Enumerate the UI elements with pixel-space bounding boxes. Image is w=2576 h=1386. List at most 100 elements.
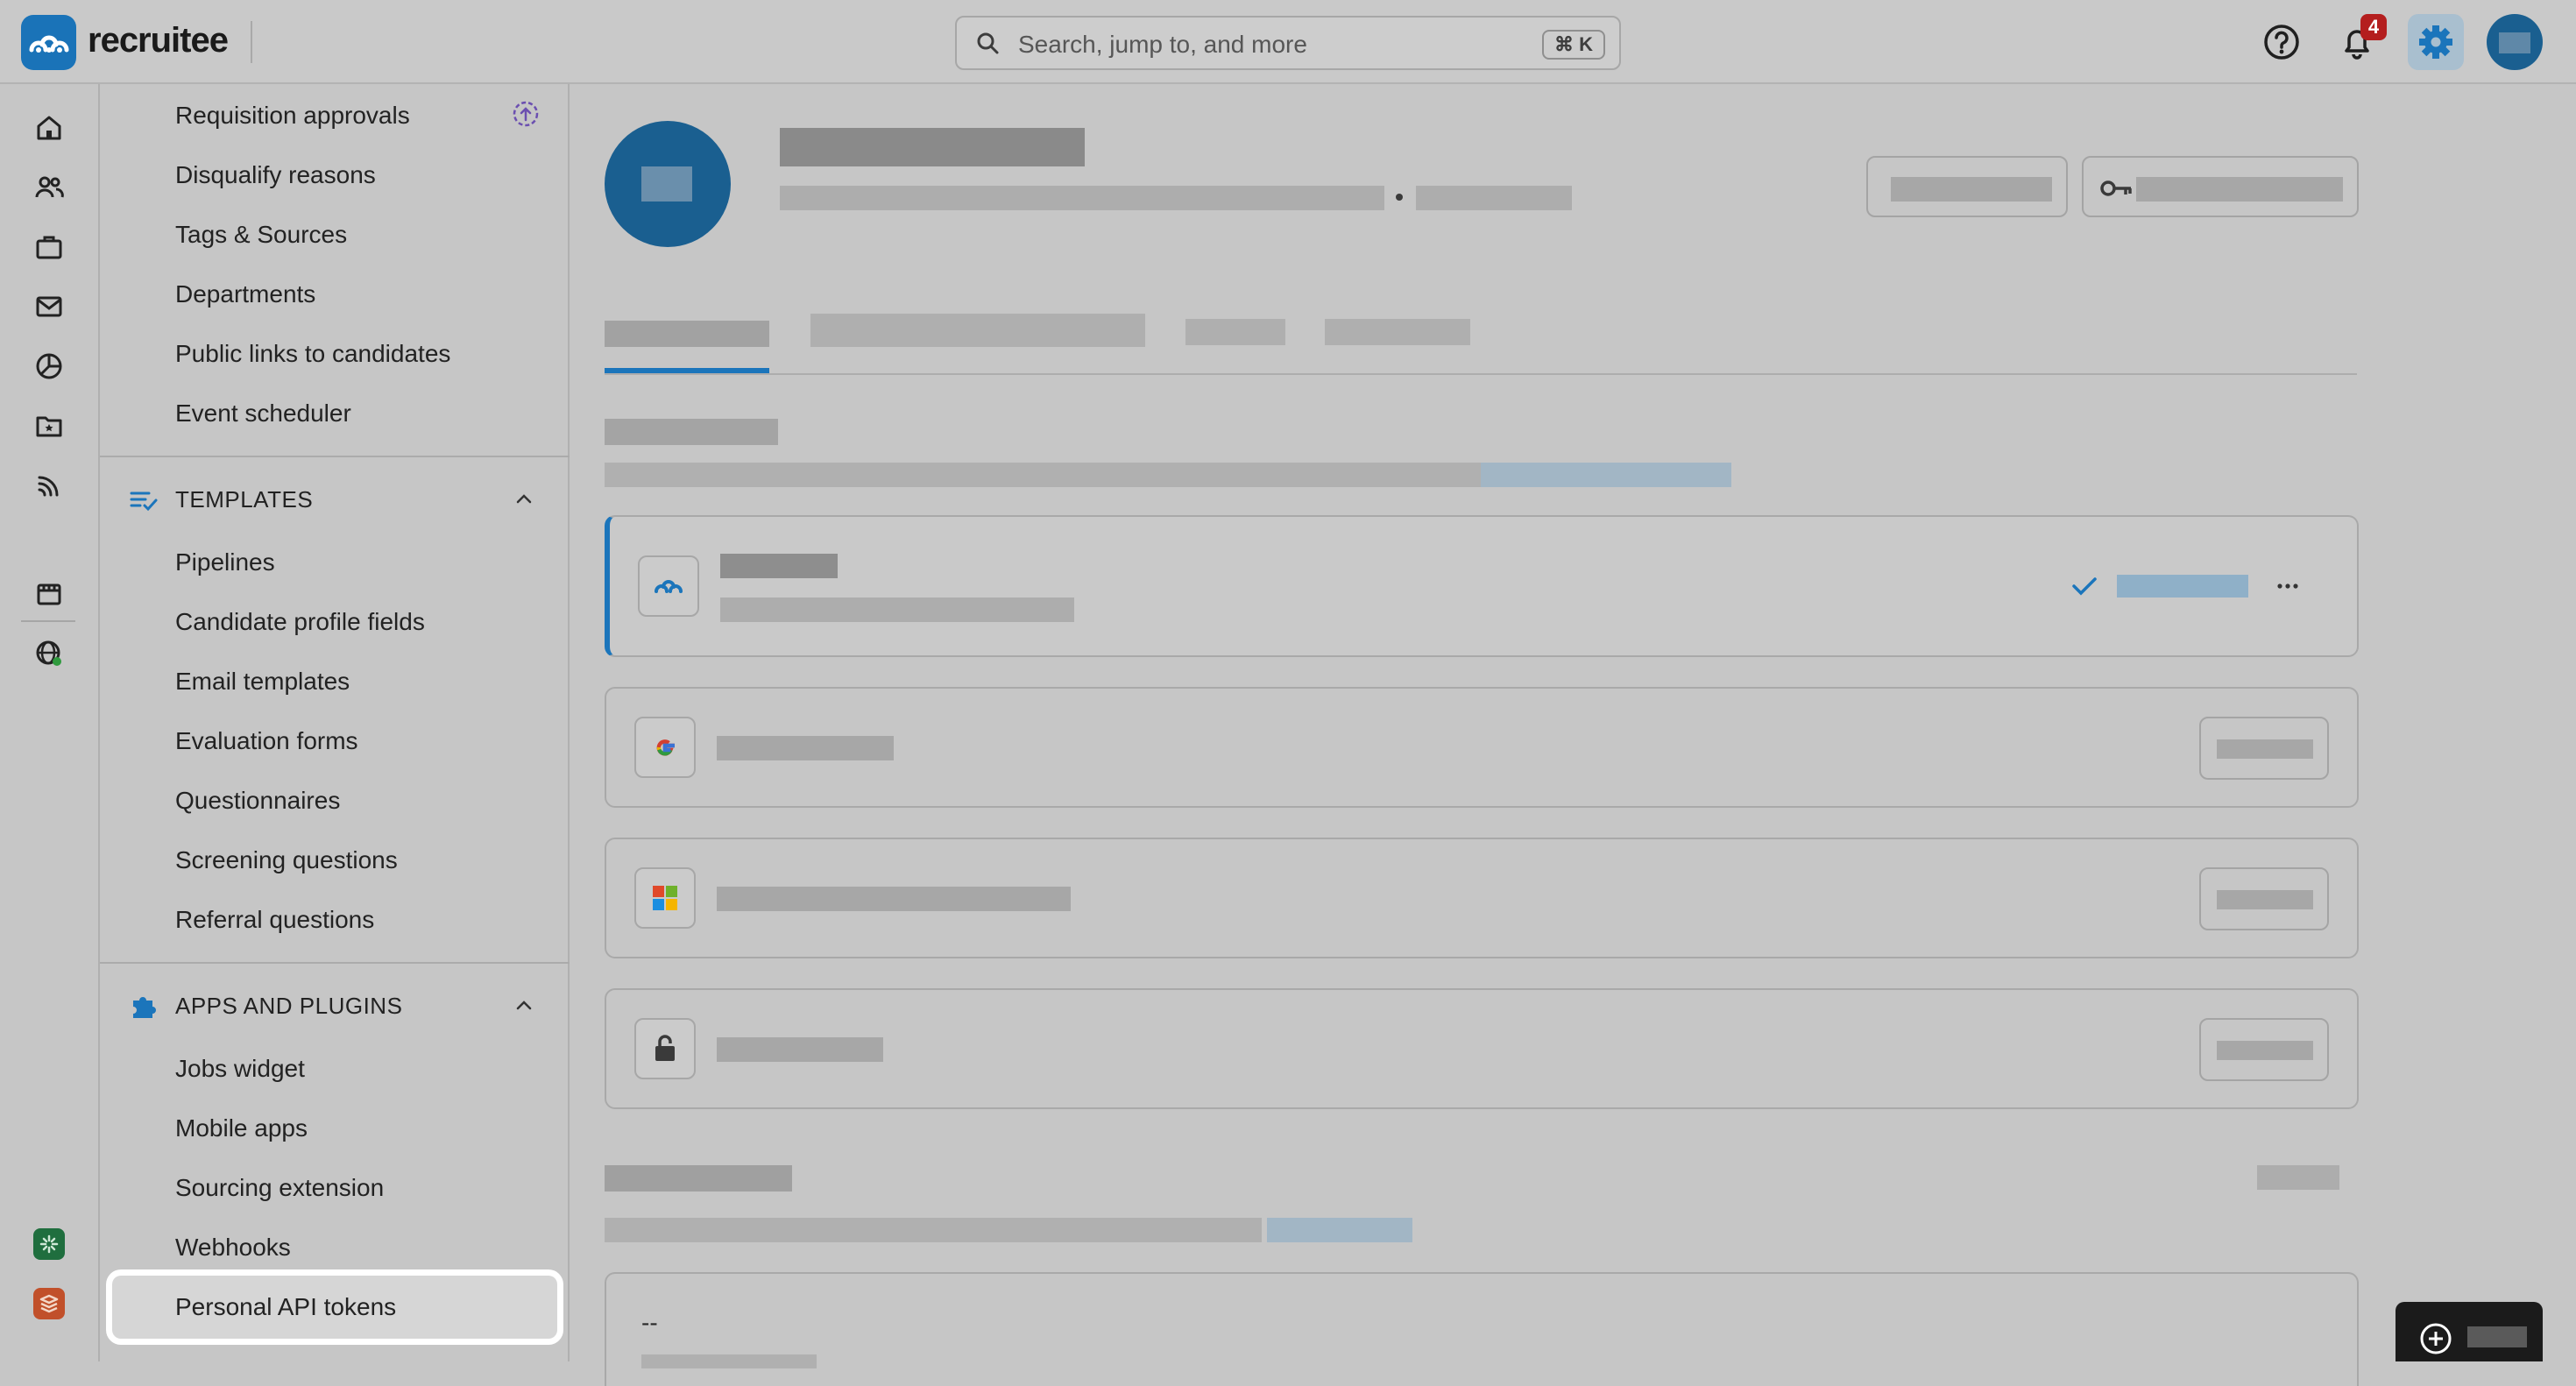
nav-item-sourcing-extension[interactable]: Sourcing extension xyxy=(175,1170,384,1206)
login-method-card-microsoft[interactable] xyxy=(605,838,2359,958)
nav-item-email-templates[interactable]: Email templates xyxy=(175,664,350,699)
redacted-section-title xyxy=(605,419,778,445)
more-options-icon[interactable] xyxy=(2275,573,2301,599)
jobs-briefcase-icon[interactable] xyxy=(32,230,67,265)
active-tab-indicator xyxy=(605,368,769,373)
nav-item-candidate-profile-fields[interactable]: Candidate profile fields xyxy=(175,605,425,640)
global-search-input[interactable]: Search, jump to, and more ⌘ K xyxy=(955,16,1621,70)
separator-dot xyxy=(1396,194,1403,201)
nav-item-public-links[interactable]: Public links to candidates xyxy=(175,336,450,371)
organization-avatar xyxy=(605,121,731,247)
upgrade-badge-icon xyxy=(513,101,539,127)
section-heading-apps-plugins: APPS AND PLUGINS xyxy=(175,993,403,1019)
redacted-status-label xyxy=(2117,575,2248,598)
card-action-button[interactable] xyxy=(2199,1018,2329,1081)
home-icon[interactable] xyxy=(32,110,67,145)
nav-item-pipelines[interactable]: Pipelines xyxy=(175,545,275,580)
mail-icon[interactable] xyxy=(32,289,67,324)
redacted-button-label xyxy=(2217,1041,2313,1060)
redacted-section-action[interactable] xyxy=(2257,1165,2339,1190)
redacted-card-title xyxy=(717,736,894,760)
talent-pool-folder-icon[interactable] xyxy=(32,408,67,443)
nav-item-questionnaires[interactable]: Questionnaires xyxy=(175,783,340,818)
nav-item-disqualify-reasons[interactable]: Disqualify reasons xyxy=(175,158,376,193)
nav-item-webhooks[interactable]: Webhooks xyxy=(175,1230,291,1265)
brand-name[interactable]: recruitee xyxy=(88,16,229,65)
rail-divider xyxy=(21,620,75,622)
chevron-up-icon[interactable] xyxy=(512,994,536,1018)
recruitee-card-icon xyxy=(638,555,699,617)
nav-item-mobile-apps[interactable]: Mobile apps xyxy=(175,1111,308,1146)
nav-item-referral-questions[interactable]: Referral questions xyxy=(175,902,374,937)
settings-sidebar: Requisition approvals Disqualify reasons… xyxy=(98,84,570,1361)
primary-rail xyxy=(0,84,98,1361)
settings-main-content: -- xyxy=(570,84,2576,1386)
globe-icon[interactable] xyxy=(32,636,67,671)
tab-active-label[interactable] xyxy=(605,321,769,347)
redacted-org-meta xyxy=(1416,186,1572,210)
settings-gear-button[interactable] xyxy=(2408,14,2464,70)
login-method-card-sso[interactable] xyxy=(605,988,2359,1109)
reports-icon[interactable] xyxy=(32,349,67,384)
card-action-button[interactable] xyxy=(2199,867,2329,930)
redacted-button-label xyxy=(2217,739,2313,759)
search-placeholder: Search, jump to, and more xyxy=(1018,31,1307,58)
search-icon xyxy=(977,32,999,54)
feed-icon[interactable] xyxy=(32,468,67,503)
nav-item-clipped[interactable] xyxy=(175,1347,252,1361)
nav-item-jobs-widget[interactable]: Jobs widget xyxy=(175,1051,305,1086)
google-card-icon xyxy=(634,717,696,778)
integration-app-icon[interactable] xyxy=(33,1228,65,1260)
google-g-icon xyxy=(656,739,675,756)
nav-item-evaluation-forms[interactable]: Evaluation forms xyxy=(175,724,358,759)
search-shortcut-badge: ⌘ K xyxy=(1542,30,1605,60)
check-icon xyxy=(2072,577,2097,596)
avatar-image xyxy=(641,166,692,202)
header-action-button[interactable] xyxy=(1866,156,2068,217)
microsoft-card-icon xyxy=(634,867,696,929)
tab-label[interactable] xyxy=(1325,319,1470,345)
nav-item-screening-questions[interactable]: Screening questions xyxy=(175,843,398,878)
redacted-button-label xyxy=(1891,177,2052,202)
redacted-button-label xyxy=(2217,890,2313,909)
help-icon[interactable] xyxy=(2257,18,2306,67)
nav-divider xyxy=(100,962,570,964)
nav-item-event-scheduler[interactable]: Event scheduler xyxy=(175,396,351,431)
redacted-org-name xyxy=(780,128,1085,166)
floating-action-widget[interactable] xyxy=(2396,1302,2543,1361)
nav-item-personal-api-tokens[interactable]: Personal API tokens xyxy=(175,1290,396,1325)
nav-item-departments[interactable]: Departments xyxy=(175,277,315,312)
tabs-divider xyxy=(605,373,2357,375)
careers-site-icon[interactable] xyxy=(32,576,67,612)
key-icon xyxy=(2100,180,2132,196)
section-heading-templates: TEMPLATES xyxy=(175,486,314,513)
redacted-section-description xyxy=(605,463,1490,487)
redacted-card-title xyxy=(717,1037,883,1062)
top-bar: recruitee Search, jump to, and more ⌘ K … xyxy=(0,0,2576,84)
puzzle-piece-icon xyxy=(133,997,156,1018)
recruitee-logo-icon[interactable] xyxy=(21,15,76,70)
avatar-image xyxy=(2499,32,2530,53)
redacted-card-title xyxy=(720,554,838,578)
redacted-widget-label xyxy=(2467,1326,2527,1347)
redacted-text xyxy=(641,1354,817,1368)
redacted-learn-more-link[interactable] xyxy=(1267,1218,1412,1242)
empty-value-text: -- xyxy=(641,1309,658,1336)
nav-item-requisition-approvals[interactable]: Requisition approvals xyxy=(175,98,410,133)
stack-app-icon[interactable] xyxy=(33,1288,65,1319)
api-key-button[interactable] xyxy=(2082,156,2359,217)
login-method-card-recruitee[interactable] xyxy=(605,515,2359,657)
redacted-learn-more-link[interactable] xyxy=(1481,463,1731,487)
tab-label[interactable] xyxy=(810,314,1145,347)
nav-item-tags-sources[interactable]: Tags & Sources xyxy=(175,217,347,252)
login-method-card-google[interactable] xyxy=(605,687,2359,808)
card-action-button[interactable] xyxy=(2199,717,2329,780)
candidates-icon[interactable] xyxy=(32,170,67,205)
topbar-divider xyxy=(251,21,252,63)
recruitee-logo-icon xyxy=(655,580,683,593)
redacted-card-title xyxy=(717,887,1071,911)
user-avatar[interactable] xyxy=(2487,14,2543,70)
tab-label[interactable] xyxy=(1185,319,1285,345)
chevron-up-icon[interactable] xyxy=(512,487,536,512)
redacted-org-details xyxy=(780,186,1384,210)
